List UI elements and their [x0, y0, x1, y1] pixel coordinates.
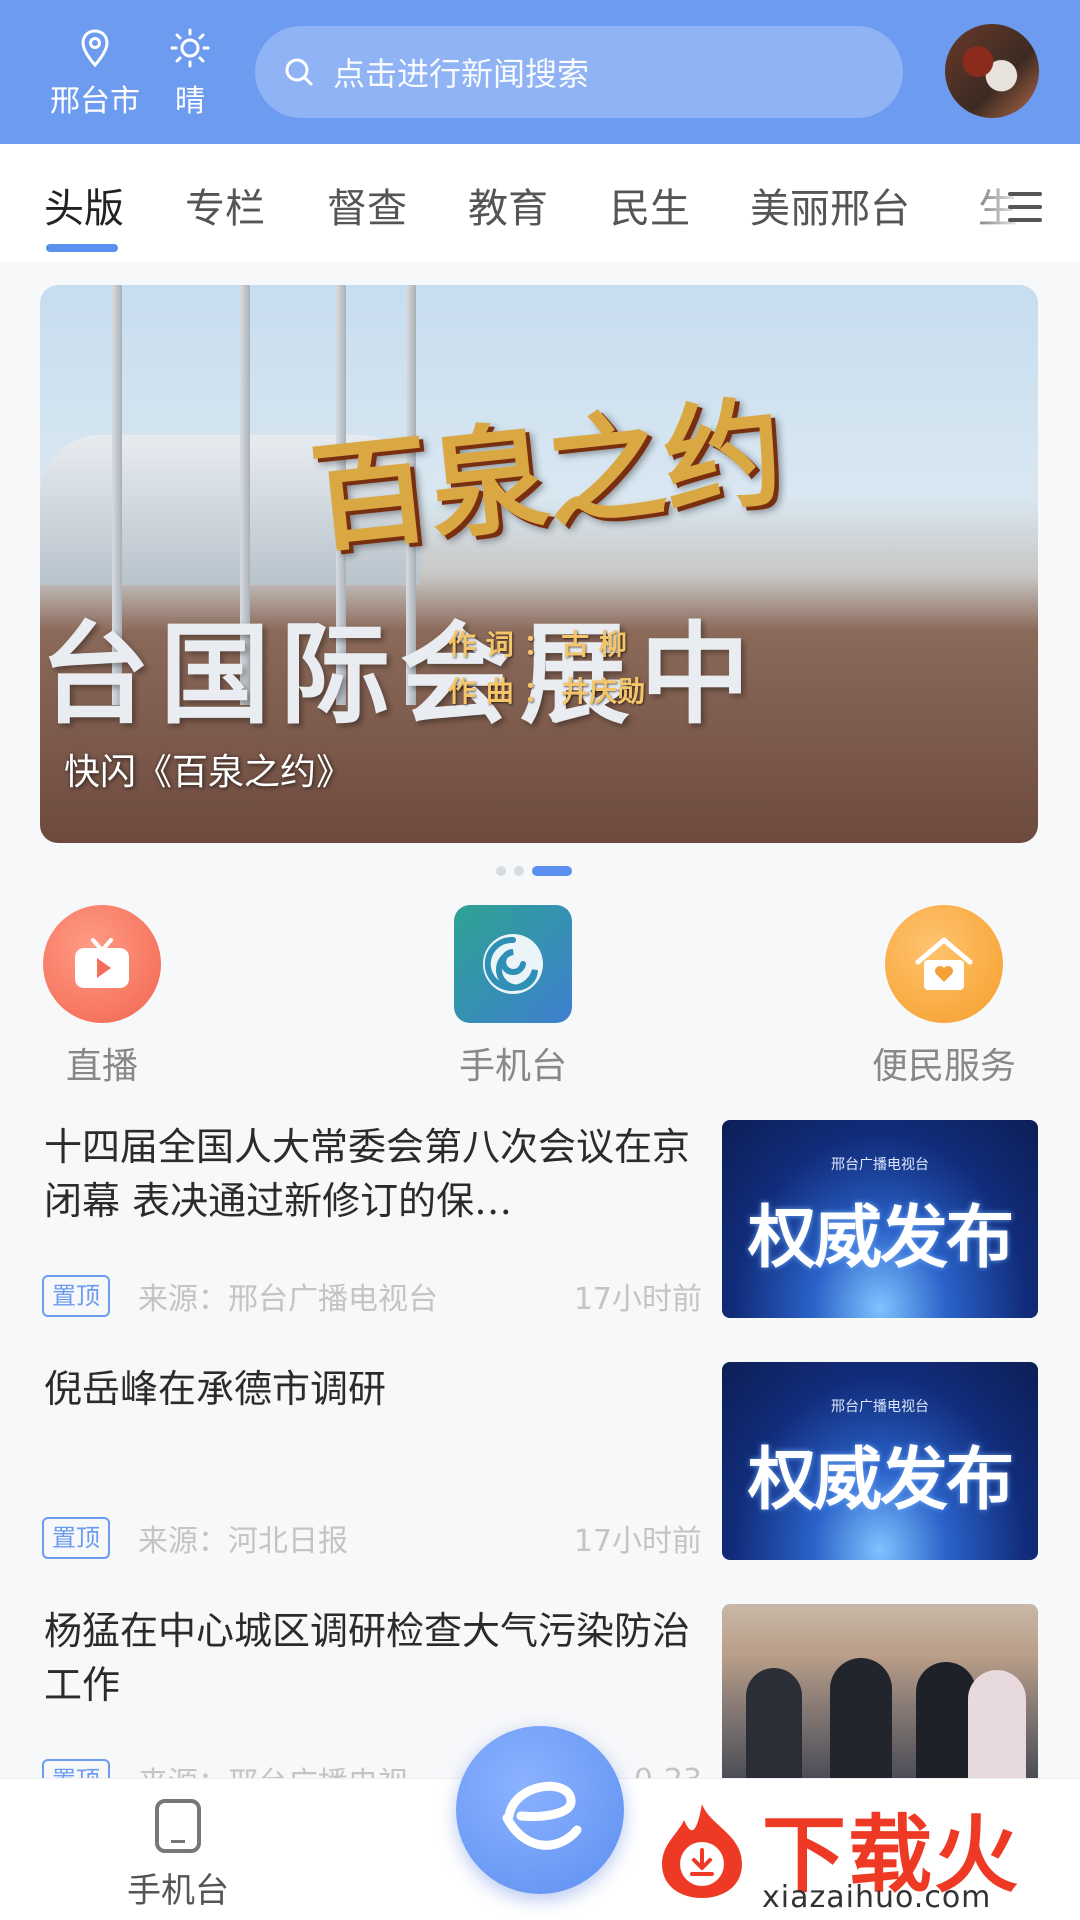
carousel-dot[interactable] — [496, 866, 506, 876]
news-time: 0-23 — [634, 1763, 702, 1779]
pinned-badge: 置顶 — [42, 1517, 110, 1559]
tab-beautiful-xingtai[interactable]: 美丽邢台 — [750, 176, 910, 234]
carousel-dot[interactable] — [514, 866, 524, 876]
watermark: 下载火 xiazaihuo.com — [640, 1780, 1080, 1920]
nav-label: 手机台 — [127, 1871, 229, 1911]
banner-credit-lyrics: 作 词 ： 古 柳 — [448, 628, 627, 661]
tab-inspection[interactable]: 督查 — [327, 176, 407, 234]
news-source: 来源：邢台广播电视 — [138, 1758, 408, 1778]
news-time: 17小时前 — [573, 1282, 702, 1317]
news-thumbnail — [722, 1604, 1038, 1778]
e-logo-icon — [502, 1781, 582, 1850]
nav-mobile-tv[interactable]: 手机台 — [118, 1799, 238, 1912]
news-source: 来源：邢台广播电视台 — [138, 1282, 438, 1317]
pinned-badge: 置顶 — [42, 1759, 110, 1778]
pinned-badge: 置顶 — [42, 1275, 110, 1317]
shortcut-public-service[interactable]: 便民服务 — [864, 905, 1024, 1089]
watermark-url: xiazaihuo.com — [762, 1880, 992, 1915]
banner-carousel[interactable]: 台国际会展中 百泉之约 作 词 ： 古 柳 作 曲 ： 井庆勋 快闪《百泉之约》 — [40, 285, 1038, 843]
banner-caption: 快闪《百泉之约》 — [64, 752, 353, 793]
search-placeholder: 点击进行新闻搜索 — [333, 55, 590, 93]
banner-sign-text: 台国际会展中 — [40, 611, 760, 739]
house-heart-icon — [885, 905, 1003, 1023]
news-title: 杨猛在中心城区调研检查大气污染防治工作 — [44, 1609, 691, 1707]
location-selector[interactable]: 邢台市 — [40, 28, 150, 120]
sun-icon — [170, 28, 210, 68]
banner-headline-art: 百泉之约 — [305, 381, 790, 570]
thumbnail-person — [916, 1662, 976, 1778]
map-pin-icon — [81, 29, 109, 68]
banner-credit-music: 作 曲 ： 井庆勋 — [448, 675, 646, 708]
shortcut-mobile-tv[interactable]: 手机台 — [433, 905, 593, 1089]
tab-column[interactable]: 专栏 — [185, 176, 265, 234]
news-item[interactable]: 十四届全国人大常委会第八次会议在京闭幕 表决通过新修订的保… 置顶 来源：邢台广… — [0, 1120, 1080, 1360]
news-source: 来源：河北日报 — [138, 1524, 348, 1559]
shortcut-label: 便民服务 — [871, 1046, 1016, 1087]
weather-widget[interactable]: 晴 — [160, 28, 220, 120]
weather-text: 晴 — [175, 84, 205, 119]
news-thumbnail: 邢台广播电视台 权威发布 — [722, 1120, 1038, 1318]
thumbnail-person — [746, 1668, 802, 1778]
news-meta: 置顶 来源：邢台广播电视台 17小时前 — [42, 1268, 702, 1324]
thumbnail-headline: 权威发布 — [747, 1199, 1014, 1278]
thumbnail-logo-text: 邢台广播电视台 — [831, 1157, 929, 1173]
city-name: 邢台市 — [50, 84, 140, 119]
category-tabs: 头版 专栏 督查 教育 民生 美丽邢台 生 — [0, 144, 1080, 262]
news-meta: 置顶 来源：河北日报 17小时前 — [42, 1510, 702, 1566]
news-time: 17小时前 — [573, 1524, 702, 1559]
thumbnail-logo-text: 邢台广播电视台 — [831, 1399, 929, 1415]
flame-logo-icon — [662, 1804, 742, 1898]
active-tab-indicator — [46, 244, 118, 252]
news-title: 十四届全国人大常委会第八次会议在京闭幕 表决通过新修订的保… — [44, 1125, 691, 1223]
menu-icon[interactable] — [1008, 192, 1042, 222]
thumbnail-person — [968, 1670, 1026, 1778]
tv-play-icon — [43, 905, 161, 1023]
news-title: 倪岳峰在承德市调研 — [44, 1367, 387, 1411]
shortcut-live[interactable]: 直播 — [22, 905, 182, 1089]
thumbnail-person — [830, 1658, 892, 1778]
shortcut-label: 手机台 — [458, 1046, 567, 1087]
news-item[interactable]: 倪岳峰在承德市调研 置顶 来源：河北日报 17小时前 邢台广播电视台 权威发布 — [0, 1362, 1080, 1602]
spiral-app-icon — [454, 905, 572, 1023]
phone-icon — [155, 1799, 201, 1853]
center-home-button[interactable] — [456, 1726, 624, 1894]
search-bar[interactable]: 点击进行新闻搜索 — [255, 26, 903, 118]
tab-education[interactable]: 教育 — [468, 176, 548, 234]
carousel-dot-active[interactable] — [532, 866, 572, 876]
shortcut-label: 直播 — [65, 1046, 138, 1087]
carousel-dots — [496, 866, 572, 876]
thumbnail-headline: 权威发布 — [747, 1441, 1014, 1520]
tab-livelihood[interactable]: 民生 — [610, 176, 690, 234]
tab-headline[interactable]: 头版 — [44, 176, 124, 234]
search-icon — [285, 58, 313, 86]
news-thumbnail: 邢台广播电视台 权威发布 — [722, 1362, 1038, 1560]
avatar[interactable] — [945, 24, 1039, 118]
top-header: 邢台市 晴 点击进行新闻搜索 — [0, 0, 1080, 144]
